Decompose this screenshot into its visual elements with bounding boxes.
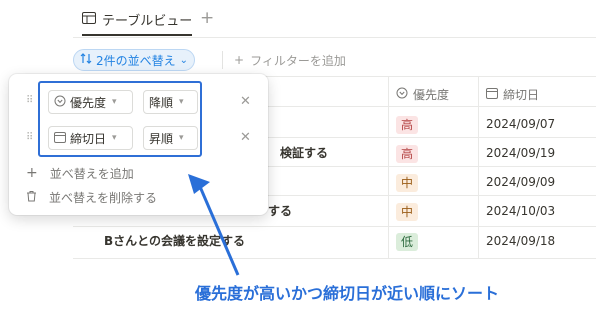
drag-handle-icon[interactable]: ⠿ bbox=[26, 95, 33, 106]
deadline-cell: 2024/09/18 bbox=[486, 234, 556, 248]
column-header-label: 締切日 bbox=[503, 87, 540, 102]
annotation-arrow bbox=[188, 174, 240, 276]
view-title: テーブルビュー bbox=[102, 13, 193, 29]
deadline-cell: 2024/09/07 bbox=[486, 117, 556, 131]
priority-tag: 高 bbox=[396, 116, 419, 134]
row-title: 検証する bbox=[280, 146, 329, 160]
plus-icon: + bbox=[26, 165, 38, 181]
status-circle-icon bbox=[396, 87, 408, 102]
tab-active-indicator bbox=[82, 34, 193, 36]
priority-tag: 中 bbox=[396, 203, 419, 221]
tab-table-view[interactable]: テーブルビュー bbox=[82, 8, 193, 36]
priority-tag: 低 bbox=[396, 233, 419, 251]
deadline-cell: 2024/10/03 bbox=[486, 204, 556, 218]
add-sort-button[interactable]: + 並べ替えを追加 bbox=[26, 164, 134, 182]
drag-handle-icon[interactable]: ⠿ bbox=[26, 132, 33, 143]
toolbar-separator bbox=[222, 51, 223, 69]
plus-icon: + bbox=[234, 53, 245, 67]
highlight-box bbox=[38, 81, 202, 157]
column-header-deadline[interactable]: 締切日 bbox=[486, 84, 539, 104]
column-divider bbox=[388, 76, 389, 258]
table-icon bbox=[82, 11, 96, 27]
deadline-cell: 2024/09/19 bbox=[486, 146, 556, 160]
deadline-cell: 2024/09/09 bbox=[486, 175, 556, 189]
trash-icon bbox=[26, 190, 37, 205]
remove-rule-close-icon[interactable]: ✕ bbox=[240, 130, 251, 145]
sort-button-label: 2件の並べ替え bbox=[96, 53, 176, 68]
priority-tag: 高 bbox=[396, 145, 419, 163]
add-sort-label: 並べ替えを追加 bbox=[49, 166, 134, 181]
column-header-priority[interactable]: 優先度 bbox=[396, 84, 449, 104]
column-header-label: 優先度 bbox=[413, 87, 450, 102]
row-title: する bbox=[268, 204, 293, 218]
chevron-down-icon: ⌄ bbox=[179, 54, 189, 66]
add-view-button[interactable]: + bbox=[200, 8, 214, 28]
priority-tag: 中 bbox=[396, 174, 419, 192]
remove-sort-label: 並べ替えを削除する bbox=[49, 190, 158, 205]
remove-sort-button[interactable]: 並べ替えを削除する bbox=[26, 188, 157, 206]
column-divider bbox=[478, 76, 479, 258]
annotation-caption: 優先度が高いかつ締切日が近い順にソート bbox=[195, 284, 500, 303]
row-divider bbox=[73, 258, 596, 259]
add-filter-label: フィルターを追加 bbox=[250, 53, 346, 68]
calendar-icon bbox=[486, 87, 498, 102]
sort-arrows-icon bbox=[80, 53, 92, 67]
divider bbox=[73, 37, 596, 38]
add-filter-button[interactable]: + フィルターを追加 bbox=[234, 49, 346, 71]
remove-rule-close-icon[interactable]: ✕ bbox=[240, 94, 251, 109]
sort-button[interactable]: 2件の並べ替え ⌄ bbox=[73, 49, 196, 71]
row-divider bbox=[73, 226, 596, 227]
